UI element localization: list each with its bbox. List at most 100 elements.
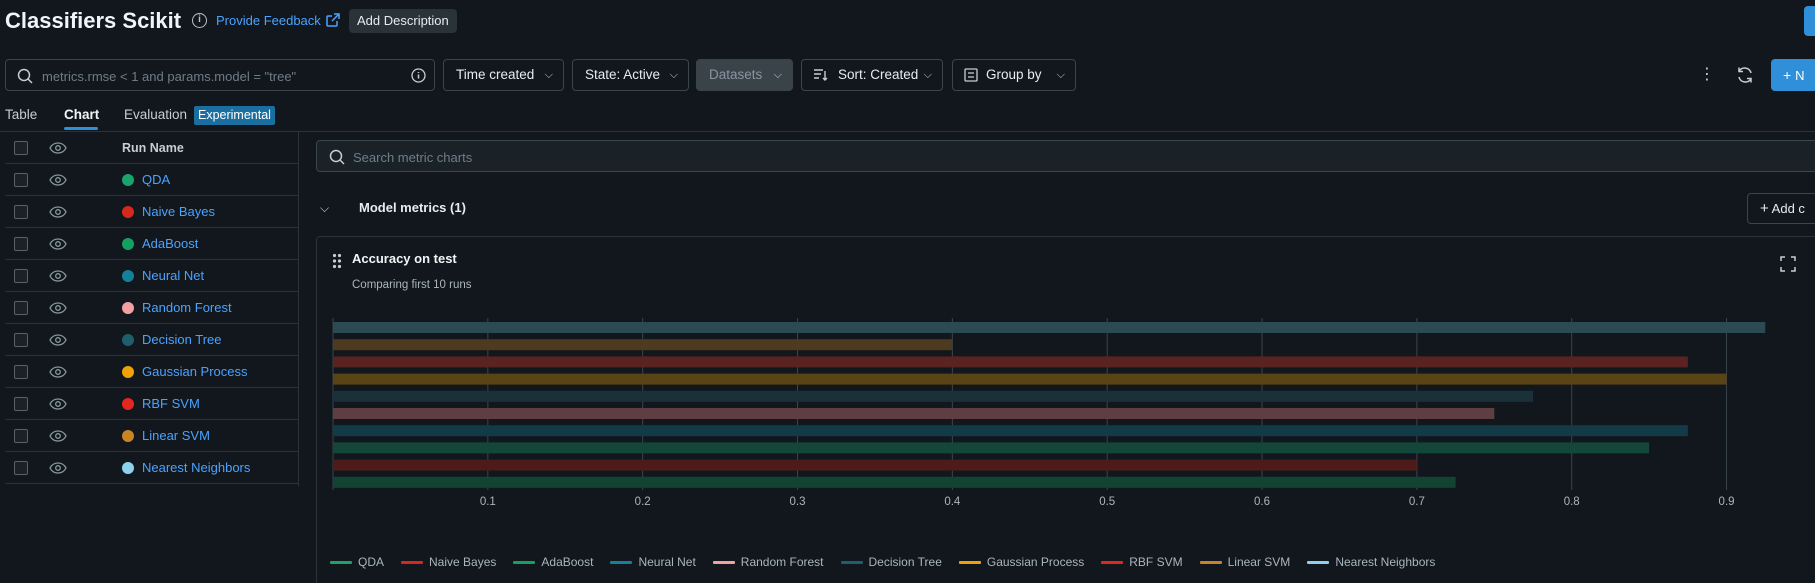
legend-swatch [712,561,735,564]
row-checkbox[interactable] [14,205,28,219]
eye-icon[interactable] [49,430,67,442]
bar-adaboost[interactable] [333,442,1650,454]
eye-icon[interactable] [49,174,67,186]
run-color-dot [122,334,134,346]
run-color-dot [122,366,134,378]
eye-icon[interactable] [49,302,67,314]
table-row[interactable]: AdaBoost [5,228,299,260]
chart-search-input[interactable] [353,148,953,166]
bar-rbf-svm[interactable] [333,356,1688,368]
table-row[interactable]: Naive Bayes [5,196,299,228]
run-name-link[interactable]: Linear SVM [142,428,210,443]
experimental-badge: Experimental [194,106,275,125]
run-name-link[interactable]: QDA [142,172,170,187]
runs-search[interactable] [5,59,435,91]
bar-naive-bayes[interactable] [333,459,1417,471]
bar-random-forest[interactable] [333,408,1495,419]
bar-qda[interactable] [333,476,1456,488]
plus-icon: + [1760,200,1769,217]
legend-swatch [1199,561,1222,564]
group-icon [964,68,978,82]
bar-gaussian-process[interactable] [333,373,1727,385]
table-row[interactable]: Decision Tree [5,324,299,356]
collapse-chevron-icon[interactable]: ⌵ [320,201,329,216]
bar-linear-svm[interactable] [333,339,953,351]
legend-label: Neural Net [638,555,696,569]
new-run-button[interactable]: + N [1771,59,1815,91]
bar-decision-tree[interactable] [333,390,1533,402]
table-row[interactable]: Linear SVM [5,420,299,452]
time-created-label: Time created [456,67,535,82]
legend-swatch [330,561,352,564]
datasets-dropdown[interactable]: Datasets ⌵ [696,59,793,91]
run-name-link[interactable]: AdaBoost [142,236,198,251]
eye-icon[interactable] [49,398,67,410]
search-input[interactable] [42,67,402,85]
run-name-link[interactable]: Naive Bayes [142,204,215,219]
eye-icon[interactable] [49,142,67,154]
add-chart-button[interactable]: + Add c [1747,193,1815,224]
tab-evaluation[interactable]: Evaluation [124,107,187,122]
row-checkbox[interactable] [14,269,28,283]
eye-icon[interactable] [49,238,67,250]
time-created-dropdown[interactable]: Time created ⌵ [443,59,564,91]
row-checkbox[interactable] [14,301,28,315]
run-name-link[interactable]: Gaussian Process [142,364,248,379]
drag-handle-icon[interactable] [332,253,342,269]
new-run-label: N [1795,68,1805,83]
eye-icon[interactable] [49,366,67,378]
run-name-link[interactable]: RBF SVM [142,396,200,411]
sort-dropdown[interactable]: Sort: Created ⌵ [801,59,943,91]
x-tick-label: 0.2 [635,496,651,508]
row-checkbox[interactable] [14,461,28,475]
primary-action-button[interactable] [1804,6,1815,36]
table-row[interactable]: QDA [5,164,299,196]
provide-feedback-link[interactable]: Provide Feedback [216,13,321,28]
tab-table[interactable]: Table [5,107,37,122]
eye-icon[interactable] [49,270,67,282]
tab-chart[interactable]: Chart [64,107,99,122]
x-tick-label: 0.4 [944,496,961,508]
fullscreen-icon[interactable] [1780,256,1796,272]
table-row[interactable]: Neural Net [5,260,299,292]
add-description-button[interactable]: Add Description [349,9,457,33]
external-link-icon[interactable] [326,13,340,27]
row-checkbox[interactable] [14,365,28,379]
eye-icon[interactable] [49,462,67,474]
run-name-link[interactable]: Neural Net [142,268,204,283]
table-row[interactable]: Nearest Neighbors [5,452,299,484]
run-name-link[interactable]: Decision Tree [142,332,221,347]
table-row[interactable]: RBF SVM [5,388,299,420]
plus-icon: + [1783,67,1792,83]
more-options-icon[interactable]: ⋮ [1696,64,1718,86]
bar-neural-net[interactable] [333,425,1688,437]
legend-swatch [958,561,981,564]
run-name-link[interactable]: Random Forest [142,300,232,315]
row-checkbox[interactable] [14,173,28,187]
refresh-icon[interactable] [1736,66,1754,84]
runs-table-header: Run Name [5,132,299,164]
legend-label: Gaussian Process [986,555,1085,569]
run-color-dot [122,270,134,282]
select-all-checkbox[interactable] [14,141,28,155]
search-help-icon[interactable] [411,68,426,83]
eye-icon[interactable] [49,206,67,218]
row-checkbox[interactable] [14,397,28,411]
state-dropdown[interactable]: State: Active ⌵ [572,59,689,91]
run-color-dot [122,302,134,314]
eye-icon[interactable] [49,334,67,346]
run-name-link[interactable]: Nearest Neighbors [142,460,250,475]
group-by-dropdown[interactable]: Group by ⌵ [952,59,1076,91]
row-checkbox[interactable] [14,237,28,251]
page-title: Classifiers Scikit [5,8,182,33]
x-tick-label: 0.6 [1254,496,1270,508]
chart-search[interactable] [316,140,1815,172]
table-row[interactable]: Gaussian Process [5,356,299,388]
chart-subtitle: Comparing first 10 runs [352,279,472,291]
table-row[interactable]: Random Forest [5,292,299,324]
run-name-column-header[interactable]: Run Name [122,141,184,155]
row-checkbox[interactable] [14,429,28,443]
info-icon[interactable]: i [192,13,207,28]
row-checkbox[interactable] [14,333,28,347]
bar-decision-tree[interactable] [333,322,1766,333]
